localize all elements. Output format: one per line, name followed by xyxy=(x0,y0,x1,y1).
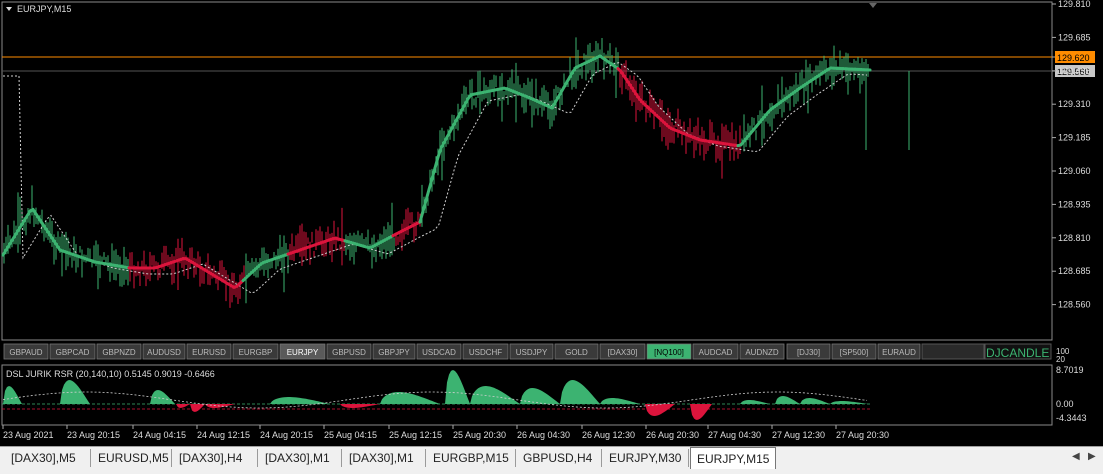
chart-tab[interactable]: [DAX30],M1 xyxy=(259,449,342,467)
time-label: 25 Aug 04:15 xyxy=(324,430,377,440)
histogram-positive xyxy=(445,370,470,404)
indicator-title: DSL JURIK RSR (20,140,10) 0.5145 0.9019 … xyxy=(6,369,215,379)
time-label: 26 Aug 20:30 xyxy=(646,430,699,440)
price-label: 128.560 xyxy=(1058,300,1091,310)
price-label: 129.810 xyxy=(1058,0,1091,9)
symbol-button-label: AUDUSD xyxy=(147,348,181,357)
price-label: 129.185 xyxy=(1058,133,1091,143)
indicator-scale-label: 0.00 xyxy=(1056,399,1074,409)
symbol-button-label: EURUSD xyxy=(192,348,226,357)
symbol-button-label: GBPUSD xyxy=(332,348,366,357)
symbol-button-label: USDCHF xyxy=(469,348,502,357)
smooth-line-segment xyxy=(424,188,431,202)
price-label: 129.060 xyxy=(1058,166,1091,176)
histogram-negative xyxy=(190,404,205,412)
symbol-button-label: USDCAD xyxy=(422,348,456,357)
indicator-signal-line xyxy=(2,391,868,409)
time-label: 25 Aug 20:30 xyxy=(453,430,506,440)
histogram-positive xyxy=(520,388,560,404)
chart-tab[interactable]: EURUSD,M5 xyxy=(92,449,172,467)
price-label: 128.935 xyxy=(1058,199,1091,209)
time-label: 23 Aug 20:15 xyxy=(67,430,120,440)
tab-scroll-left-icon[interactable]: ◀ xyxy=(1072,451,1080,462)
time-label: 23 Aug 2021 xyxy=(3,430,54,440)
symbol-button-label: GBPJPY xyxy=(378,348,410,357)
symbol-button-label: EURGBP xyxy=(239,348,273,357)
price-label: 128.685 xyxy=(1058,266,1091,276)
brand-label: DJCANDLE xyxy=(986,346,1049,360)
price-label: 129.310 xyxy=(1058,99,1091,109)
symbol-button-label: GBPNZD xyxy=(102,348,136,357)
histogram-positive xyxy=(150,390,175,404)
signal-dashed-line xyxy=(3,62,868,294)
symbol-button-label: EURAUD xyxy=(882,348,916,357)
histogram-positive xyxy=(270,397,330,404)
shift-marker-icon xyxy=(869,3,877,8)
histogram-negative xyxy=(690,404,712,420)
symbol-button-label: [NQ100] xyxy=(654,348,684,357)
chart-window[interactable]: EURJPY,M15 129.810 129.685 129.620 129.560 12… xyxy=(0,0,1103,446)
price-chart[interactable]: EURJPY,M15 129.810129.685129.620129.56012… xyxy=(0,0,1103,446)
price-label: 129.435 xyxy=(1058,66,1091,76)
histogram-positive xyxy=(800,398,830,404)
symbol-button-label: GBPCAD xyxy=(56,348,90,357)
histogram-positive xyxy=(830,401,868,404)
histogram-negative xyxy=(340,404,380,408)
time-label: 26 Aug 04:30 xyxy=(517,430,570,440)
chart-tab[interactable]: [DAX30],M5 xyxy=(5,449,91,467)
histogram-positive xyxy=(740,400,770,404)
symbol-button-label: [DJ30] xyxy=(797,348,820,357)
main-pane-border xyxy=(1,1,1053,341)
chart-tab[interactable]: GBPUSD,H4 xyxy=(517,449,602,467)
symbol-button-label: AUDNZD xyxy=(745,348,779,357)
chart-tab[interactable]: [DAX30],M1 xyxy=(343,449,426,467)
chart-tab-bar: [DAX30],M5 EURUSD,M5 [DAX30],H4 [DAX30],M1[… xyxy=(0,446,1103,474)
symbol-button-label: EURJPY xyxy=(287,348,319,357)
price-label: 129.685 xyxy=(1058,32,1091,42)
chart-menu-triangle-icon[interactable] xyxy=(6,7,12,11)
chart-tab[interactable]: EURJPY,M30 xyxy=(603,449,689,467)
histogram-positive xyxy=(380,392,440,404)
time-label: 25 Aug 12:15 xyxy=(389,430,442,440)
chart-title: EURJPY,M15 xyxy=(17,4,71,14)
histogram-negative xyxy=(176,404,190,408)
smooth-line-segment xyxy=(418,209,425,224)
symbol-button-label: [SP500] xyxy=(840,348,868,357)
histogram-positive xyxy=(775,396,800,404)
time-label: 24 Aug 20:15 xyxy=(260,430,313,440)
symbol-button-label: USDJPY xyxy=(516,348,548,357)
time-label: 27 Aug 04:30 xyxy=(708,430,761,440)
symbol-button-label: GBPAUD xyxy=(9,348,42,357)
symbol-button-label: [DAX30] xyxy=(608,348,638,357)
time-label: 24 Aug 04:15 xyxy=(133,430,186,440)
time-label: 26 Aug 12:30 xyxy=(582,430,635,440)
symbol-button-label: AUDCAD xyxy=(699,348,733,357)
histogram-positive xyxy=(3,386,22,404)
indicator-scale-label: -4.3443 xyxy=(1056,413,1087,423)
chart-tab[interactable]: EURGBP,M15 xyxy=(427,449,516,467)
histogram-negative xyxy=(205,404,235,408)
symbol-button-label: GOLD xyxy=(565,348,588,357)
chart-tab[interactable]: [DAX30],H4 xyxy=(173,449,258,467)
histogram-positive xyxy=(600,398,640,404)
indicator-scale-label: 8.7019 xyxy=(1056,365,1084,375)
price-label: 129.620 xyxy=(1057,53,1090,63)
tab-scroll-right-icon[interactable]: ▶ xyxy=(1088,451,1096,462)
main-scale-bottom: 20 xyxy=(1056,355,1065,364)
price-label: 128.810 xyxy=(1058,233,1091,243)
histogram-positive xyxy=(560,380,600,404)
time-label: 24 Aug 12:15 xyxy=(197,430,250,440)
symbol-button-blank xyxy=(921,343,985,360)
chart-tab[interactable]: EURJPY,M15 xyxy=(690,447,776,469)
time-label: 27 Aug 12:30 xyxy=(772,430,825,440)
time-label: 27 Aug 20:30 xyxy=(836,430,889,440)
